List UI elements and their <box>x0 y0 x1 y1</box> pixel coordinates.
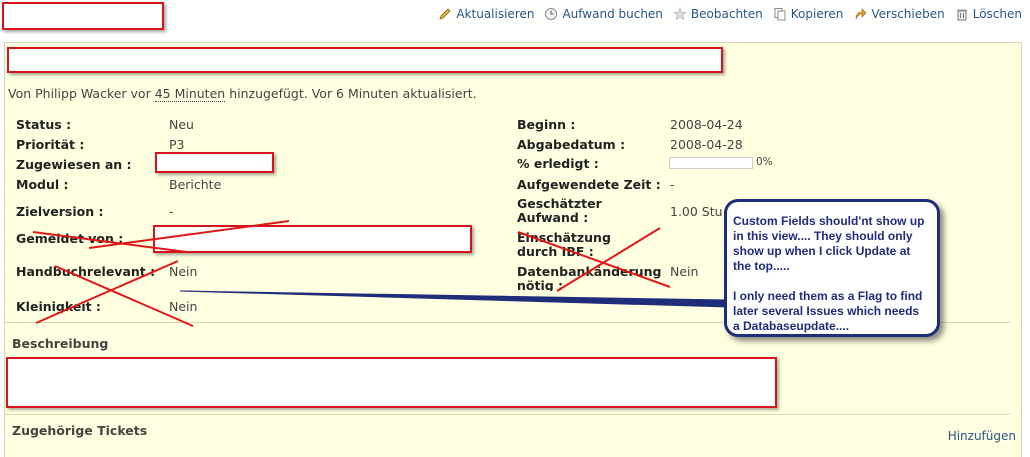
related-tickets-heading: Zugehörige Tickets <box>12 423 148 438</box>
done-ratio-label: % erledigt : <box>517 156 599 171</box>
done-ratio-value: 0% <box>756 156 773 168</box>
author-suffix: hinzugefügt. Vor 6 Minuten aktualisiert. <box>229 86 477 101</box>
start-date-label: Beginn : <box>517 117 576 132</box>
due-date-label: Abgabedatum : <box>517 137 626 152</box>
redacted-description <box>6 357 777 408</box>
redacted-issue-number <box>2 2 164 30</box>
callout-text-2: I only need them as a Flag to find later… <box>733 289 923 333</box>
ibf-assessment-label: Einschätzung durch IBF : <box>517 230 611 259</box>
done-progress-bar <box>669 157 753 169</box>
module-value: Berichte <box>169 177 222 192</box>
reported-by-label: Gemeldet von : <box>16 231 124 246</box>
db-change-label: Datenbankänderung nötig : <box>517 265 662 291</box>
pencil-icon <box>439 8 451 20</box>
start-date-value: 2008-04-24 <box>670 117 743 132</box>
author-prefix: Von Philipp Wacker vor <box>8 86 151 101</box>
description-separator <box>4 414 1010 415</box>
issue-toolbar: Aktualisieren Aufwand buchen Beobachten … <box>438 7 1022 21</box>
spent-time-value: - <box>670 177 675 192</box>
estimated-time-value: 1.00 Stu <box>670 204 723 219</box>
delete-label: Löschen <box>972 7 1022 21</box>
update-link[interactable]: Aktualisieren <box>438 7 534 21</box>
priority-value: P3 <box>169 137 185 152</box>
copy-icon <box>774 8 786 21</box>
add-related-link[interactable]: Hinzufügen <box>948 429 1016 443</box>
copy-label: Kopieren <box>790 7 844 21</box>
move-label: Verschieben <box>871 7 945 21</box>
callout-text-1: Custom Fields should'nt show up in this … <box>733 214 925 273</box>
due-date-value: 2008-04-28 <box>670 137 743 152</box>
trash-icon <box>956 9 967 21</box>
added-ago-link[interactable]: 45 Minuten <box>154 86 226 102</box>
delete-link[interactable]: Löschen <box>955 7 1022 21</box>
target-version-value: - <box>169 204 174 219</box>
redacted-assignee <box>155 152 274 173</box>
trivial-value: Nein <box>169 299 198 314</box>
module-label: Modul : <box>16 177 69 192</box>
log-time-link[interactable]: Aufwand buchen <box>544 7 663 21</box>
watch-label: Beobachten <box>690 7 763 21</box>
manual-relevant-value: Nein <box>169 264 198 279</box>
redacted-reporter <box>153 225 472 253</box>
clock-icon <box>545 8 558 20</box>
issue-author-line: Von Philipp Wacker vor 45 Minuten hinzug… <box>8 86 477 102</box>
db-change-value: Nein <box>670 264 699 279</box>
top-bar: Aktualisieren Aufwand buchen Beobachten … <box>0 0 1030 30</box>
priority-label: Priorität : <box>16 137 85 152</box>
annotation-callout: Custom Fields should'nt show up in this … <box>724 199 940 337</box>
status-label: Status : <box>16 117 72 132</box>
copy-link[interactable]: Kopieren <box>773 7 844 21</box>
star-icon <box>673 7 687 21</box>
trivial-label: Kleinigkeit : <box>16 299 101 314</box>
description-heading: Beschreibung <box>12 336 109 351</box>
update-label: Aktualisieren <box>456 7 535 21</box>
status-value: Neu <box>169 117 194 132</box>
watch-link[interactable]: Beobachten <box>673 7 763 21</box>
manual-relevant-label: Handbuchrelevant : <box>16 264 156 279</box>
move-arrow-icon <box>856 8 867 20</box>
assigned-to-label: Zugewiesen an : <box>16 157 132 172</box>
log-time-label: Aufwand buchen <box>562 7 663 21</box>
target-version-label: Zielversion : <box>16 204 104 219</box>
move-link[interactable]: Verschieben <box>853 7 945 21</box>
redacted-issue-subject <box>7 47 723 73</box>
estimated-time-label: Geschätzter Aufwand : <box>517 196 602 225</box>
spent-time-label: Aufgewendete Zeit : <box>517 177 661 192</box>
